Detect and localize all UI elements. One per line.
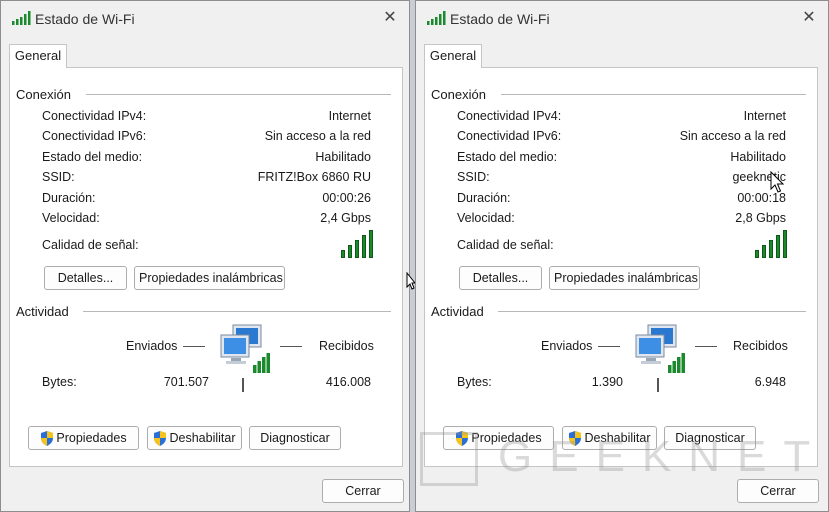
properties-button[interactable]: Propiedades (28, 426, 139, 450)
close-icon[interactable]: ✕ (796, 5, 822, 31)
wireless-properties-button[interactable]: Propiedades inalámbricas (549, 266, 700, 290)
details-button[interactable]: Detalles... (459, 266, 542, 290)
close-icon[interactable]: ✕ (377, 5, 403, 31)
connection-group-label: Conexión (431, 87, 486, 102)
disable-button-label: Deshabilitar (584, 431, 651, 445)
network-computers-icon (635, 324, 685, 373)
title-bar: Estado de Wi-Fi ✕ (1, 1, 409, 35)
activity-group-label: Actividad (16, 304, 69, 319)
window-title: Estado de Wi-Fi (35, 11, 135, 27)
sent-label: Enviados (541, 339, 593, 353)
uac-shield-icon (154, 431, 167, 447)
bytes-divider (657, 378, 659, 392)
speed-label: Velocidad: (457, 211, 515, 225)
ipv6-label: Conectividad IPv6: (457, 129, 562, 143)
close-button[interactable]: Cerrar (322, 479, 404, 503)
ssid-label: SSID: (457, 170, 490, 184)
wifi-signal-icon (427, 11, 446, 25)
disable-button[interactable]: Deshabilitar (147, 426, 242, 450)
bytes-sent-value: 701.507 (163, 375, 209, 389)
speed-label: Velocidad: (42, 211, 100, 225)
ipv4-value: Internet (328, 109, 371, 123)
uac-shield-icon (456, 431, 469, 447)
tab-general[interactable]: General (9, 44, 67, 68)
ipv6-value: Sin acceso a la red (264, 129, 371, 143)
duration-label: Duración: (457, 191, 511, 205)
disable-button-label: Deshabilitar (169, 431, 236, 445)
signal-strength-icon (755, 230, 787, 258)
bytes-sent-value: 1.390 (591, 375, 623, 389)
disable-button[interactable]: Deshabilitar (562, 426, 657, 450)
duration-value: 00:00:26 (322, 191, 371, 205)
ipv4-label: Conectividad IPv4: (42, 109, 147, 123)
bytes-label: Bytes: (457, 375, 492, 389)
received-line (280, 346, 302, 347)
divider (498, 311, 806, 312)
speed-value: 2,4 Gbps (320, 211, 371, 225)
media-state-value: Habilitado (730, 150, 786, 164)
received-label: Recibidos (319, 339, 374, 353)
details-button[interactable]: Detalles... (44, 266, 127, 290)
wifi-status-dialog-2: Estado de Wi-Fi ✕ General Conexión Conec… (415, 0, 829, 512)
connection-group-label: Conexión (16, 87, 71, 102)
mouse-cursor-icon (770, 171, 784, 193)
window-title: Estado de Wi-Fi (450, 11, 550, 27)
close-button[interactable]: Cerrar (737, 479, 819, 503)
wireless-properties-button[interactable]: Propiedades inalámbricas (134, 266, 285, 290)
signal-quality-label: Calidad de señal: (457, 238, 554, 252)
diagnose-button[interactable]: Diagnosticar (664, 426, 756, 450)
bytes-received-value: 416.008 (325, 375, 371, 389)
media-state-label: Estado del medio: (42, 150, 143, 164)
tab-general[interactable]: General (424, 44, 482, 68)
diagnose-button[interactable]: Diagnosticar (249, 426, 341, 450)
ipv6-value: Sin acceso a la red (679, 129, 786, 143)
divider (83, 311, 391, 312)
title-bar: Estado de Wi-Fi ✕ (416, 1, 828, 35)
uac-shield-icon (41, 431, 54, 447)
duration-value: 00:00:18 (737, 191, 786, 205)
network-computers-icon (220, 324, 270, 373)
received-label: Recibidos (733, 339, 788, 353)
divider (501, 94, 806, 95)
wifi-status-dialog-1: Estado de Wi-Fi ✕ General Conexión Conec… (0, 0, 410, 512)
sent-line (598, 346, 620, 347)
ipv6-label: Conectividad IPv6: (42, 129, 147, 143)
properties-button-label: Propiedades (56, 431, 127, 445)
sent-label: Enviados (126, 339, 178, 353)
uac-shield-icon (569, 431, 582, 447)
bytes-divider (242, 378, 244, 392)
signal-strength-icon (341, 230, 373, 258)
properties-button[interactable]: Propiedades (443, 426, 554, 450)
sent-line (183, 346, 205, 347)
media-state-value: Habilitado (315, 150, 371, 164)
media-state-label: Estado del medio: (457, 150, 558, 164)
properties-button-label: Propiedades (471, 431, 542, 445)
signal-quality-label: Calidad de señal: (42, 238, 139, 252)
bytes-label: Bytes: (42, 375, 77, 389)
wifi-signal-icon (12, 11, 31, 25)
ipv4-label: Conectividad IPv4: (457, 109, 562, 123)
ipv4-value: Internet (743, 109, 786, 123)
divider (86, 94, 391, 95)
speed-value: 2,8 Gbps (735, 211, 786, 225)
bytes-received-value: 6.948 (754, 375, 786, 389)
duration-label: Duración: (42, 191, 96, 205)
ssid-value: FRITZ!Box 6860 RU (257, 170, 371, 184)
activity-group-label: Actividad (431, 304, 484, 319)
ssid-label: SSID: (42, 170, 75, 184)
received-line (695, 346, 717, 347)
